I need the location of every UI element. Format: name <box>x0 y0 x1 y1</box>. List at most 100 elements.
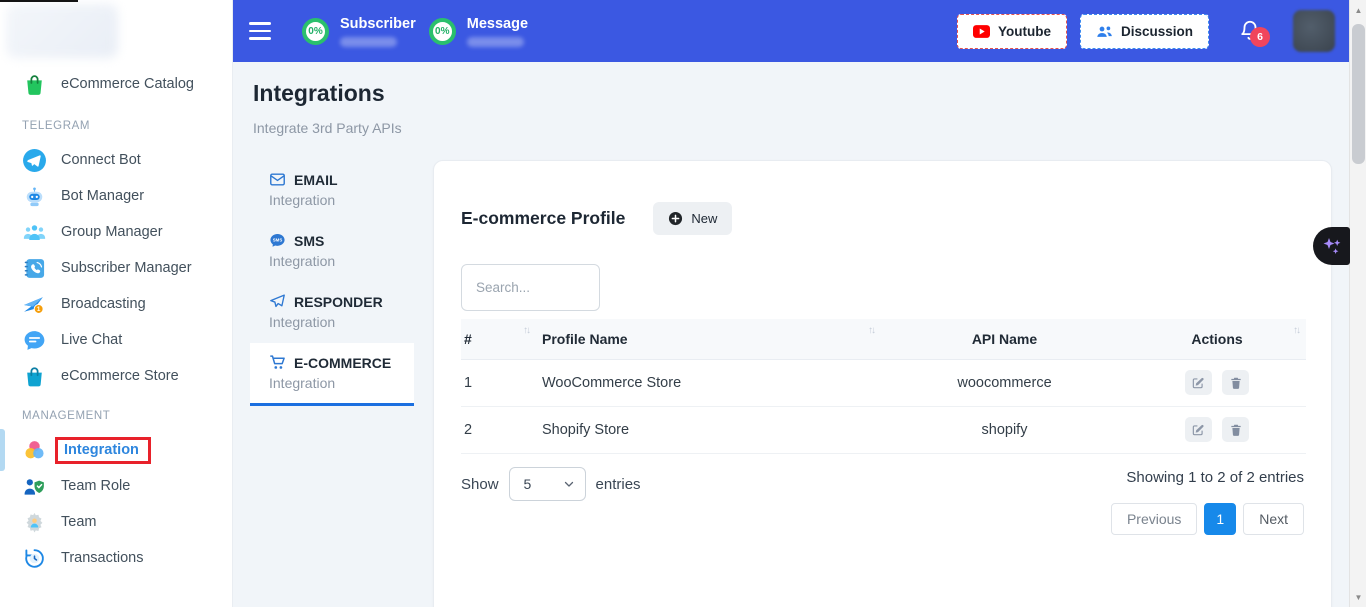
subscriber-stat-label: Subscriber <box>340 16 416 32</box>
entries-summary: Showing 1 to 2 of 2 entries <box>1126 469 1304 486</box>
panel-heading: E-commerce Profile <box>461 208 625 229</box>
sidebar-item-label: Transactions <box>61 550 143 566</box>
sidebar-section-telegram: TELEGRAM <box>0 104 232 142</box>
row-number: 2 <box>461 406 536 453</box>
user-avatar[interactable] <box>1293 10 1335 52</box>
api-name-cell: woocommerce <box>881 359 1128 406</box>
subnav-item-sub: Integration <box>269 375 404 391</box>
main-content: Integrations Integrate 3rd Party APIs EM… <box>233 62 1349 607</box>
chat-bubble-icon <box>22 328 47 353</box>
sidebar-item-label: eCommerce Store <box>61 368 179 384</box>
trash-icon <box>1229 423 1243 437</box>
sidebar-item-label: Broadcasting <box>61 296 146 312</box>
sidebar-item-integration[interactable]: Integration <box>0 432 232 468</box>
previous-page-button[interactable]: Previous <box>1111 503 1197 535</box>
ecommerce-profile-card: E-commerce Profile New # ↑↓ <box>433 160 1332 607</box>
discussion-people-icon <box>1096 24 1113 39</box>
current-page-button[interactable]: 1 <box>1204 503 1236 535</box>
profile-name-cell: Shopify Store <box>536 406 881 453</box>
sidebar-item-live-chat[interactable]: Live Chat <box>0 322 232 358</box>
integration-circles-icon <box>22 438 47 463</box>
sidebar-item-label: eCommerce Catalog <box>61 76 194 92</box>
message-stat: 0% Message <box>429 16 528 47</box>
robot-icon <box>22 184 47 209</box>
show-label: Show <box>461 476 499 493</box>
green-shopping-bag-icon <box>22 72 47 97</box>
sidebar-item-team-role[interactable]: Team Role <box>0 468 232 504</box>
edit-button[interactable] <box>1185 417 1212 442</box>
edit-pencil-icon <box>1191 376 1205 390</box>
sort-icon[interactable]: ↑↓ <box>523 325 529 336</box>
scrollbar-thumb[interactable] <box>1352 24 1365 164</box>
delete-button[interactable] <box>1222 417 1249 442</box>
entries-label: entries <box>596 476 641 493</box>
youtube-button[interactable]: Youtube <box>957 14 1067 49</box>
sidebar-item-team[interactable]: Team <box>0 504 232 540</box>
trash-icon <box>1229 376 1243 390</box>
topbar: 0% Subscriber 0% Message Youtube Discuss… <box>233 0 1349 62</box>
table-row: 2 Shopify Store shopify <box>461 406 1306 453</box>
notification-count-badge: 6 <box>1250 27 1270 47</box>
notifications-button[interactable]: 6 <box>1239 18 1263 44</box>
sidebar-item-ecommerce-catalog[interactable]: eCommerce Catalog <box>0 66 232 102</box>
sidebar-item-connect-bot[interactable]: Connect Bot <box>0 142 232 178</box>
new-button-label: New <box>691 211 717 226</box>
pagination: Previous 1 Next <box>1111 503 1304 535</box>
svg-text:1: 1 <box>37 306 41 313</box>
subnav-email-integration[interactable]: EMAIL Integration <box>250 160 414 220</box>
sidebar: eCommerce Catalog TELEGRAM Connect Bot B… <box>0 0 233 607</box>
message-stat-label: Message <box>467 16 528 32</box>
column-header-actions: Actions ↑↓ <box>1128 319 1306 359</box>
hamburger-menu-icon[interactable] <box>249 22 271 39</box>
delete-button[interactable] <box>1222 370 1249 395</box>
page-title: Integrations <box>253 80 385 107</box>
scrollbar[interactable]: ▲ ▼ <box>1349 0 1366 607</box>
sidebar-item-group-manager[interactable]: Group Manager <box>0 214 232 250</box>
next-page-button[interactable]: Next <box>1243 503 1304 535</box>
sidebar-item-label: Group Manager <box>61 224 163 240</box>
scroll-up-button[interactable]: ▲ <box>1350 2 1366 18</box>
page-size-select[interactable]: 5 <box>509 467 586 501</box>
scroll-down-button[interactable]: ▼ <box>1350 589 1366 605</box>
history-clock-icon <box>22 546 47 571</box>
sidebar-item-label: Team Role <box>61 478 130 494</box>
sort-icon[interactable]: ↑↓ <box>868 325 874 336</box>
sidebar-item-label: Team <box>61 514 96 530</box>
subnav-item-name: EMAIL <box>294 172 338 188</box>
sidebar-item-ecommerce-store[interactable]: eCommerce Store <box>0 358 232 394</box>
message-stat-value-blurred <box>467 37 524 47</box>
subnav-sms-integration[interactable]: SMS SMS Integration <box>250 221 414 281</box>
sidebar-item-broadcasting[interactable]: 1 Broadcasting <box>0 286 232 322</box>
page-size-value: 5 <box>524 476 532 492</box>
edit-pencil-icon <box>1191 423 1205 437</box>
sidebar-item-label: Subscriber Manager <box>61 260 192 276</box>
discussion-button[interactable]: Discussion <box>1080 14 1209 49</box>
subnav-item-sub: Integration <box>269 192 404 208</box>
message-progress-ring: 0% <box>429 18 456 45</box>
broadcast-plane-icon: 1 <box>22 292 47 317</box>
subscriber-stat: 0% Subscriber <box>302 16 416 47</box>
subnav-responder-integration[interactable]: RESPONDER Integration <box>250 282 414 342</box>
column-header-num: # ↑↓ <box>461 319 536 359</box>
sidebar-item-bot-manager[interactable]: Bot Manager <box>0 178 232 214</box>
column-header-api-name: API Name <box>881 319 1128 359</box>
telegram-icon <box>22 148 47 173</box>
sidebar-item-label: Bot Manager <box>61 188 144 204</box>
profiles-table: # ↑↓ Profile Name ↑↓ API Name Actions <box>461 319 1306 454</box>
subnav-ecommerce-integration[interactable]: E-COMMERCE Integration <box>250 343 414 406</box>
sidebar-item-label: Integration <box>55 437 151 464</box>
integration-subnav: EMAIL Integration SMS SMS Integration RE… <box>250 160 414 407</box>
search-input[interactable] <box>461 264 600 311</box>
sidebar-item-subscriber-manager[interactable]: Subscriber Manager <box>0 250 232 286</box>
sort-icon[interactable]: ↑↓ <box>1293 325 1299 336</box>
sparkles-icon <box>1320 234 1344 258</box>
sidebar-item-transactions[interactable]: Transactions <box>0 540 232 576</box>
edit-button[interactable] <box>1185 370 1212 395</box>
youtube-button-label: Youtube <box>998 24 1051 39</box>
new-profile-button[interactable]: New <box>653 202 732 235</box>
app-logo-blurred <box>6 4 118 58</box>
ai-assistant-fab[interactable] <box>1313 227 1350 265</box>
plus-circle-icon <box>668 211 683 226</box>
subnav-item-name: E-COMMERCE <box>294 355 391 371</box>
sidebar-item-label: Connect Bot <box>61 152 141 168</box>
